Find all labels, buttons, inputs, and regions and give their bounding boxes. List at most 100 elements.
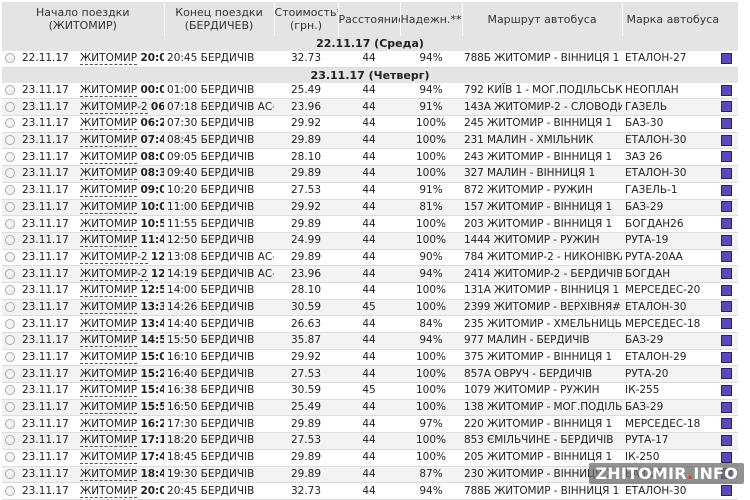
row-action-cell[interactable] [714,299,739,317]
row-depart-station[interactable]: ЖИТОМИР [80,234,138,248]
table-row[interactable]: 23.11.17 ЖИТОМИР 12:54 14:00 БЕРДИЧІВ 28… [2,282,739,300]
radio-circle-icon[interactable] [5,118,15,129]
row-select-cell[interactable] [2,215,20,233]
select-square-icon[interactable] [720,151,732,163]
select-square-icon[interactable] [720,451,732,463]
table-row[interactable]: 22.11.17 ЖИТОМИР 20:00 20:45 БЕРДИЧІВ 32… [2,51,739,68]
row-depart-station[interactable]: ЖИТОМИР [80,401,138,415]
row-action-cell[interactable] [714,365,739,384]
row-action-cell[interactable] [714,432,739,450]
row-select-cell[interactable] [2,299,20,317]
row-action-cell[interactable] [714,399,739,417]
row-select-cell[interactable] [2,82,20,100]
select-square-icon[interactable] [720,301,732,313]
row-action-cell[interactable] [714,148,739,167]
row-depart-station[interactable]: ЖИТОМИР [80,434,138,448]
row-action-cell[interactable] [714,182,739,200]
radio-circle-icon[interactable] [5,201,15,212]
row-action-cell[interactable] [714,115,739,133]
table-row[interactable]: 23.11.17 ЖИТОМИР 15:00 16:10 БЕРДИЧІВ 29… [2,349,739,367]
table-row[interactable]: 23.11.17 ЖИТОМИР 10:00 11:00 БЕРДИЧІВ 29… [2,199,739,217]
row-depart-station[interactable]: ЖИТОМИР-2 [80,267,148,281]
row-select-cell[interactable] [2,399,20,417]
row-action-cell[interactable] [714,199,739,217]
table-row[interactable]: 23.11.17 ЖИТОМИР 13:30 14:26 БЕРДИЧІВ 30… [2,299,739,317]
select-square-icon[interactable] [720,234,732,246]
radio-circle-icon[interactable] [5,435,15,446]
table-row[interactable]: 23.11.17 ЖИТОМИР 07:40 08:45 БЕРДИЧІВ 29… [2,132,739,150]
row-depart-station[interactable]: ЖИТОМИР [80,134,138,148]
table-row[interactable]: 23.11.17 ЖИТОМИР 20:00 20:45 БЕРДИЧІВ 32… [2,482,739,500]
table-row[interactable]: 23.11.17 ЖИТОМИР-2 06:15 07:18 БЕРДИЧІВ … [2,98,739,117]
radio-circle-icon[interactable] [5,418,15,429]
row-select-cell[interactable] [2,332,20,350]
row-select-cell[interactable] [2,466,20,484]
radio-circle-icon[interactable] [5,168,15,179]
row-select-cell[interactable] [2,148,20,167]
row-select-cell[interactable] [2,182,20,200]
select-square-icon[interactable] [720,84,732,96]
row-select-cell[interactable] [2,365,20,384]
row-select-cell[interactable] [2,165,20,183]
select-square-icon[interactable] [720,384,732,396]
row-select-cell[interactable] [2,282,20,300]
row-select-cell[interactable] [2,132,20,150]
radio-circle-icon[interactable] [5,318,15,329]
radio-circle-icon[interactable] [5,335,15,346]
row-depart-station[interactable]: ЖИТОМИР [80,217,138,231]
table-row[interactable]: 23.11.17 ЖИТОМИР-2 12:50 14:19 БЕРДИЧІВ … [2,265,739,283]
row-action-cell[interactable] [714,82,739,100]
row-action-cell[interactable] [714,415,739,434]
row-select-cell[interactable] [2,482,20,500]
radio-circle-icon[interactable] [5,402,15,413]
row-depart-station[interactable]: ЖИТОМИР [80,417,138,431]
row-action-cell[interactable] [714,382,739,400]
table-row[interactable]: 23.11.17 ЖИТОМИР 08:00 09:05 БЕРДИЧІВ 28… [2,148,739,167]
radio-circle-icon[interactable] [5,185,15,196]
select-square-icon[interactable] [720,52,732,64]
row-depart-station[interactable]: ЖИТОМИР-2 [80,100,148,114]
row-depart-station[interactable]: ЖИТОМИР [80,334,138,348]
row-depart-station[interactable]: ЖИТОМИР [80,84,138,98]
row-depart-station[interactable]: ЖИТОМИР [80,384,138,398]
row-select-cell[interactable] [2,199,20,217]
radio-circle-icon[interactable] [5,368,15,379]
select-square-icon[interactable] [720,368,732,380]
row-depart-station[interactable]: ЖИТОМИР-2 [80,250,148,264]
table-row[interactable]: 23.11.17 ЖИТОМИР 17:15 18:20 БЕРДИЧІВ 27… [2,432,739,450]
radio-circle-icon[interactable] [5,301,15,312]
select-square-icon[interactable] [720,167,732,179]
radio-circle-icon[interactable] [5,235,15,246]
row-action-cell[interactable] [714,265,739,283]
select-square-icon[interactable] [720,218,732,230]
select-square-icon[interactable] [720,318,732,330]
table-row[interactable]: 23.11.17 ЖИТОМИР 16:25 17:30 БЕРДИЧІВ 29… [2,415,739,434]
row-action-cell[interactable] [714,132,739,150]
row-select-cell[interactable] [2,51,20,68]
row-depart-station[interactable]: ЖИТОМИР [80,317,138,331]
select-square-icon[interactable] [720,334,732,346]
radio-circle-icon[interactable] [5,135,15,146]
table-row[interactable]: 23.11.17 ЖИТОМИР 08:35 09:40 БЕРДИЧІВ 29… [2,165,739,183]
radio-circle-icon[interactable] [5,468,15,479]
select-square-icon[interactable] [720,117,732,129]
row-select-cell[interactable] [2,232,20,250]
select-square-icon[interactable] [720,268,732,280]
row-depart-station[interactable]: ЖИТОМИР [80,467,138,481]
row-depart-station[interactable]: ЖИТОМИР [80,284,138,298]
row-select-cell[interactable] [2,382,20,400]
row-select-cell[interactable] [2,449,20,467]
table-row[interactable]: 23.11.17 ЖИТОМИР 09:03 10:20 БЕРДИЧІВ 27… [2,182,739,200]
select-square-icon[interactable] [720,284,732,296]
row-action-cell[interactable] [714,98,739,117]
row-select-cell[interactable] [2,115,20,133]
table-row[interactable]: 23.11.17 ЖИТОМИР 15:25 16:40 БЕРДИЧІВ 27… [2,365,739,384]
row-action-cell[interactable] [714,215,739,233]
header-depart[interactable]: Начало поездки (ЖИТОМИР) [2,2,165,36]
row-depart-station[interactable]: ЖИТОМИР [80,184,138,198]
row-action-cell[interactable] [714,165,739,183]
table-row[interactable]: 23.11.17 ЖИТОМИР 15:40 16:38 БЕРДИЧІВ 30… [2,382,739,400]
row-select-cell[interactable] [2,315,20,333]
row-select-cell[interactable] [2,415,20,434]
row-depart-station[interactable]: ЖИТОМИР [80,52,138,66]
